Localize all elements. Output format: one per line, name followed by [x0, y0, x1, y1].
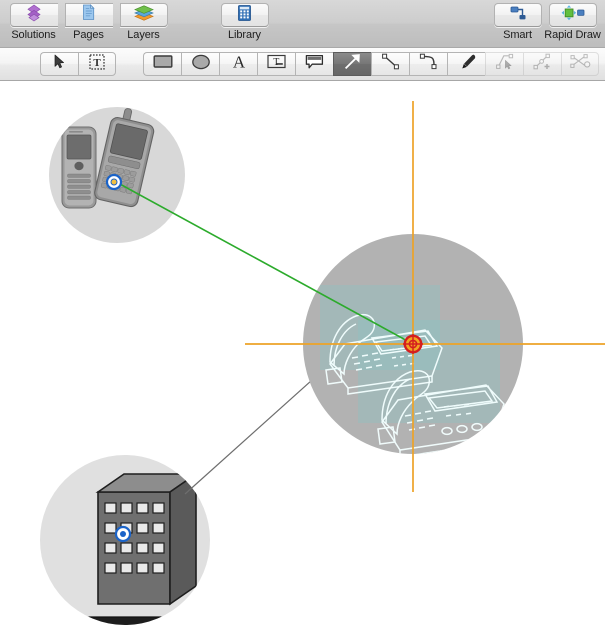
- selection-rect-lower: [358, 320, 500, 423]
- smart-connector-icon: [507, 4, 529, 27]
- layers-label: Layers: [127, 29, 160, 41]
- callout-balloon-icon: [305, 54, 324, 75]
- connector-line-tool[interactable]: [333, 52, 371, 76]
- pen-tool[interactable]: [447, 52, 485, 76]
- toolbar-document-group: Solutions Pages Layers: [6, 3, 171, 42]
- toolbar-smart-group: Smart Rapid Draw: [490, 3, 601, 42]
- selection-tool-group: T: [40, 52, 116, 76]
- delete-point-tool: [561, 52, 599, 76]
- svg-text:A: A: [232, 53, 245, 70]
- mobile-phones-node[interactable]: [49, 105, 185, 243]
- toolbar-library-group: Library: [217, 3, 272, 42]
- rectangle-icon: [153, 54, 173, 74]
- curve-tool[interactable]: [409, 52, 447, 76]
- mobile-phones-anchor[interactable]: [105, 173, 123, 191]
- letter-a-icon: A: [230, 53, 248, 75]
- solutions-label: Solutions: [11, 29, 56, 41]
- delete-point-icon: [569, 53, 591, 75]
- diagram-canvas[interactable]: [0, 82, 605, 633]
- pages-button[interactable]: [64, 3, 113, 27]
- callout-tool[interactable]: [295, 52, 333, 76]
- toolbar-item-solutions[interactable]: Solutions: [6, 3, 61, 42]
- add-point-icon: [533, 53, 553, 75]
- straight-line-icon: [381, 53, 400, 75]
- curve-line-icon: [419, 53, 438, 75]
- straight-line-tool[interactable]: [371, 52, 409, 76]
- layers-button[interactable]: [119, 3, 168, 27]
- text-box-tool[interactable]: T: [257, 52, 295, 76]
- drawing-tool-group: A T: [143, 52, 599, 76]
- edit-points-icon: [495, 53, 515, 75]
- tool-bar: T A T: [0, 48, 605, 81]
- smart-label: Smart: [503, 29, 532, 41]
- add-point-tool: [523, 52, 561, 76]
- pointer-tool[interactable]: [40, 52, 78, 76]
- svg-text:T: T: [93, 57, 101, 69]
- rapid-draw-label: Rapid Draw: [544, 29, 601, 41]
- toolbar-item-smart[interactable]: Smart: [490, 3, 545, 42]
- solutions-button[interactable]: [9, 3, 58, 27]
- ellipse-tool[interactable]: [181, 52, 219, 76]
- toolbar-item-rapid-draw[interactable]: Rapid Draw: [544, 3, 601, 42]
- building-switch-node[interactable]: [34, 455, 210, 633]
- library-grid-icon: [236, 4, 253, 27]
- pages-label: Pages: [73, 29, 104, 41]
- toolbar-item-pages[interactable]: Pages: [61, 3, 116, 42]
- fountain-pen-icon: [457, 53, 477, 75]
- solutions-diamond-icon: [23, 4, 45, 27]
- rectangle-tool[interactable]: [143, 52, 181, 76]
- toolbar-item-library[interactable]: Library: [217, 3, 272, 42]
- edit-points-tool: [485, 52, 523, 76]
- library-button[interactable]: [220, 3, 269, 27]
- ellipse-icon: [191, 54, 211, 75]
- gray-connector[interactable]: [184, 362, 332, 495]
- rapid-draw-icon: [560, 4, 586, 27]
- layers-stack-icon: [132, 4, 156, 27]
- library-label: Library: [228, 29, 261, 41]
- pages-document-icon: [79, 3, 99, 27]
- text-tool[interactable]: A: [219, 52, 257, 76]
- smart-button[interactable]: [493, 3, 542, 27]
- svg-text:T: T: [273, 57, 279, 68]
- rapid-draw-button[interactable]: [548, 3, 597, 27]
- building-switch-anchor[interactable]: [114, 525, 132, 543]
- text-select-tool[interactable]: T: [78, 52, 116, 76]
- toolbar-item-layers[interactable]: Layers: [116, 3, 171, 42]
- app-window: Solutions Pages Layers Library Smart Rap…: [0, 0, 605, 633]
- canvas-svg[interactable]: [0, 82, 605, 633]
- arrow-pointer-icon: [53, 54, 66, 74]
- main-toolbar: Solutions Pages Layers Library Smart Rap…: [0, 0, 605, 48]
- text-box-icon: T: [267, 54, 286, 74]
- diagonal-arrow-icon: [343, 53, 362, 76]
- text-select-icon: T: [89, 53, 105, 75]
